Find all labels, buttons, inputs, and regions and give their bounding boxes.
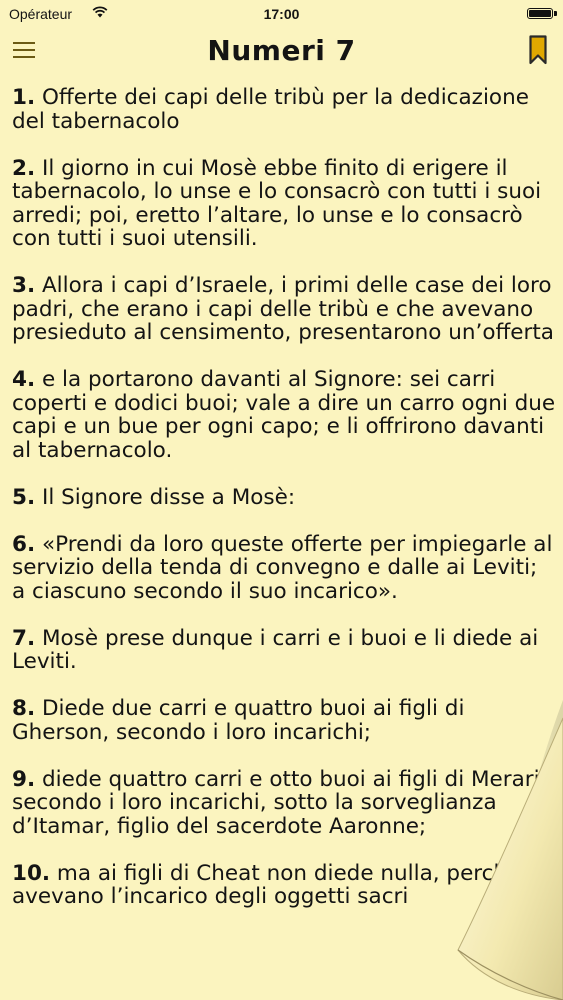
verse-text: «Prendi da loro queste offerte per impie…: [12, 531, 553, 604]
bookmark-button[interactable]: [529, 35, 547, 65]
verse-number: 7.: [12, 625, 36, 651]
verse-7: 7. Mosè prese dunque i carri e i buoi e …: [12, 625, 557, 674]
nav-bar: Numeri 7: [0, 28, 563, 76]
verse-4: 4. e la portarono davanti al Signore: se…: [12, 368, 557, 462]
verse-number: 2.: [12, 155, 36, 181]
verse-text: Allora i capi d’Israele, i primi delle c…: [12, 273, 554, 345]
verse-number: 10.: [12, 860, 51, 886]
bookmark-icon: [529, 35, 547, 65]
status-bar: Opérateur 17:00: [0, 0, 563, 28]
verse-2: 2. Il giorno in cui Mosè ebbe finito di …: [12, 155, 557, 251]
verse-text: Mosè prese dunque i carri e i buoi e li …: [12, 625, 539, 674]
verse-number: 3.: [12, 273, 36, 298]
verse-3: 3. Allora i capi d’Israele, i primi dell…: [12, 274, 557, 345]
verse-1: 1. Offerte dei capi delle tribù per la d…: [12, 86, 557, 133]
verse-6: 6. «Prendi da loro queste offerte per im…: [12, 531, 557, 604]
verse-5: 5. Il Signore disse a Mosè:: [12, 484, 557, 510]
verse-text: Il giorno in cui Mosè ebbe finito di eri…: [12, 155, 542, 251]
verse-number: 5.: [12, 484, 36, 510]
battery-tip: [554, 11, 557, 16]
verse-number: 1.: [12, 85, 36, 110]
verse-number: 6.: [12, 531, 36, 557]
verse-text: e la portarono davanti al Signore: sei c…: [12, 367, 556, 463]
verse-text: Offerte dei capi delle tribù per la dedi…: [12, 85, 529, 134]
verse-number: 8.: [12, 696, 36, 721]
verse-number: 4.: [12, 367, 36, 392]
verse-text: Il Signore disse a Mosè:: [35, 484, 296, 510]
page-title: Numeri 7: [207, 34, 356, 67]
status-time: 17:00: [263, 6, 300, 22]
page-curl[interactable]: [363, 700, 563, 1000]
verse-number: 9.: [12, 766, 36, 792]
battery-icon: [527, 8, 553, 19]
